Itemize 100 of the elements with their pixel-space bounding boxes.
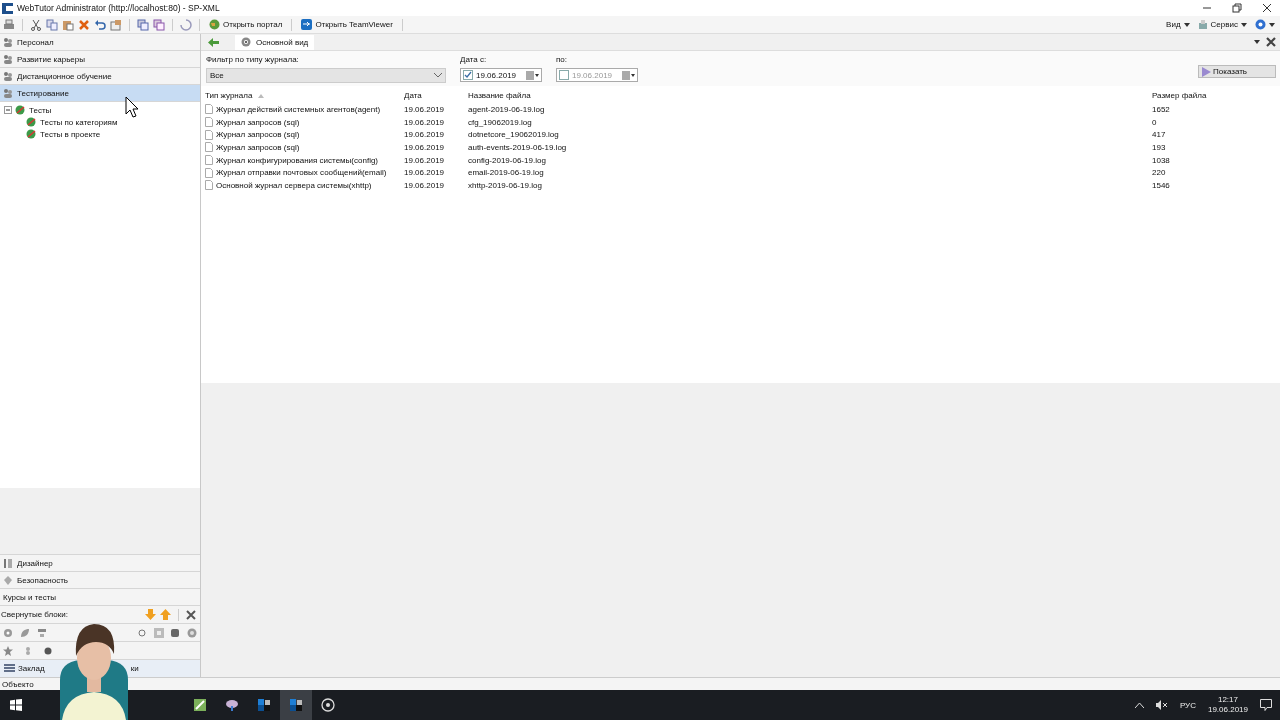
list-icon bbox=[4, 663, 15, 674]
tab[interactable]: Основной вид bbox=[235, 34, 315, 50]
table-cell-text: 19.06.2019 bbox=[404, 180, 446, 190]
language-indicator[interactable]: РУС bbox=[1179, 700, 1196, 710]
table-cell-text: 220 bbox=[1152, 168, 1167, 178]
refresh-icon[interactable] bbox=[180, 18, 192, 31]
menu-button[interactable]: Вид bbox=[1164, 20, 1192, 29]
date-label: по: bbox=[556, 55, 568, 64]
column-header[interactable]: Название файла bbox=[468, 91, 1152, 100]
taskbar-app[interactable] bbox=[280, 690, 312, 720]
date-picker[interactable]: 19.06.2019 bbox=[460, 68, 542, 82]
scissors-icon[interactable] bbox=[30, 18, 42, 31]
table-cell: Журнал отправки почтовых сообщений(email) bbox=[205, 167, 404, 178]
log-type-dropdown[interactable]: Все bbox=[206, 68, 446, 83]
show-button[interactable]: Показать bbox=[1198, 65, 1276, 78]
restore-icon[interactable] bbox=[1232, 3, 1242, 13]
window-title: WebTutor Administrator (http://localhost:80) - SP-XML bbox=[17, 3, 220, 13]
notification-icon[interactable] bbox=[1260, 699, 1272, 711]
caret-icon[interactable] bbox=[1254, 40, 1260, 44]
window-icon[interactable] bbox=[153, 18, 165, 31]
sidebar-section[interactable]: Развитие карьеры bbox=[0, 51, 200, 68]
sidebar-section[interactable]: Дистанционное обучение bbox=[0, 68, 200, 85]
table-cell-text: 19.06.2019 bbox=[404, 168, 446, 178]
arrows-icon bbox=[301, 19, 313, 30]
sidebar-section[interactable]: Дизайнер bbox=[0, 555, 200, 572]
caret-icon bbox=[1269, 22, 1275, 27]
table-cell-text: 19.06.2019 bbox=[404, 142, 446, 152]
table-cell-text: 417 bbox=[1152, 130, 1167, 140]
paste-icon[interactable] bbox=[62, 18, 74, 31]
tree-item[interactable]: Тесты bbox=[29, 105, 52, 115]
undo-icon[interactable] bbox=[94, 18, 106, 31]
sidebar-section[interactable]: Безопасность bbox=[0, 572, 200, 589]
star-icon[interactable] bbox=[3, 645, 13, 656]
checkbox[interactable] bbox=[463, 70, 473, 80]
org-chart-icon[interactable] bbox=[36, 627, 47, 638]
table-cell: Журнал запросов (sql) bbox=[205, 142, 404, 153]
toolbar-button[interactable]: Открыть TeamViewer bbox=[299, 18, 395, 31]
table-cell-text: 1652 bbox=[1152, 104, 1171, 114]
table-cell-text: 19.06.2019 bbox=[404, 104, 446, 114]
table-cell: Журнал конфигурирования системы(config) bbox=[205, 155, 404, 166]
sidebar-section[interactable]: Персонал bbox=[0, 34, 200, 51]
printer-icon[interactable] bbox=[3, 18, 15, 31]
properties-icon[interactable] bbox=[110, 18, 122, 31]
sidebar-section[interactable]: Тестирование bbox=[0, 85, 200, 102]
table-cell-text: 1546 bbox=[1152, 180, 1171, 190]
table-cell: Журнал запросов (sql) bbox=[205, 117, 404, 128]
table-cell-text: 19.06.2019 bbox=[404, 117, 446, 127]
collapse-icon[interactable] bbox=[4, 106, 12, 114]
status-text: Объекто bbox=[2, 679, 34, 689]
column-header[interactable]: Размер файла bbox=[1152, 91, 1280, 100]
tree-node-icon bbox=[26, 116, 37, 128]
table-cell-text: cfg_19062019.log bbox=[468, 117, 533, 127]
blocks-icon bbox=[289, 698, 303, 712]
calendar-icon bbox=[526, 70, 539, 80]
close-icon[interactable] bbox=[186, 609, 196, 620]
gear-icon[interactable] bbox=[3, 627, 13, 638]
people-icon bbox=[3, 37, 13, 47]
toolbar-button[interactable]: Открыть портал bbox=[207, 18, 285, 31]
leaf-icon[interactable] bbox=[19, 627, 30, 638]
table-cell-text: 1038 bbox=[1152, 155, 1171, 165]
column-header[interactable]: Дата bbox=[404, 91, 468, 100]
table-cell-text: 19.06.2019 bbox=[404, 155, 446, 165]
table-cell-text: 19.06.2019 bbox=[404, 130, 446, 140]
bookmarks-tab[interactable]: Заклад bbox=[18, 664, 45, 673]
sidebar-section[interactable]: Курсы и тесты bbox=[0, 589, 200, 606]
column-header[interactable]: Тип журнала bbox=[205, 91, 404, 100]
tree-item[interactable]: Тесты по категориям bbox=[40, 117, 118, 127]
tree-item[interactable]: Тесты в проекте bbox=[40, 129, 101, 139]
caret-icon bbox=[1241, 22, 1247, 27]
help-icon bbox=[1255, 19, 1266, 30]
speaker-muted-icon[interactable] bbox=[1155, 700, 1168, 710]
play-icon bbox=[1202, 66, 1211, 77]
copy-icon[interactable] bbox=[46, 18, 58, 31]
tree-node-icon bbox=[26, 128, 37, 140]
document-icon bbox=[205, 104, 213, 115]
clock[interactable]: 12:17 19.06.2019 bbox=[1207, 695, 1248, 715]
back-icon[interactable] bbox=[208, 36, 219, 48]
table-cell-text: auth-events-2019-06-19.log bbox=[468, 142, 568, 152]
document-icon bbox=[205, 142, 213, 153]
table-cell-text: xhttp-2019-06-19.log bbox=[468, 180, 543, 190]
chevron-up-icon[interactable] bbox=[1134, 702, 1144, 708]
people-icon bbox=[3, 54, 13, 64]
checkbox[interactable] bbox=[559, 70, 569, 80]
delete-icon[interactable] bbox=[78, 18, 90, 31]
start-icon[interactable] bbox=[10, 699, 22, 711]
bookmarks-tab[interactable]: ки bbox=[130, 664, 139, 673]
people-icon bbox=[3, 88, 13, 98]
window-icon[interactable] bbox=[137, 18, 149, 31]
circle-icon[interactable] bbox=[43, 645, 53, 656]
help-button[interactable] bbox=[1253, 19, 1277, 30]
people-icon bbox=[3, 71, 13, 81]
close-icon[interactable] bbox=[1266, 37, 1276, 47]
tree-node-icon bbox=[15, 104, 26, 116]
table-cell-text: dotnetcore_19062019.log bbox=[468, 130, 560, 140]
menu-button[interactable]: Сервис bbox=[1195, 19, 1249, 30]
close-icon[interactable] bbox=[1262, 3, 1272, 13]
collapsed-blocks-label: Свернутые блоки: bbox=[1, 610, 68, 619]
filter-label: Фильтр по типу журнала: bbox=[206, 55, 300, 64]
table-cell-text: 193 bbox=[1152, 142, 1167, 152]
table-cell: Основной журнал сервера системы(xhttp) bbox=[205, 180, 404, 191]
